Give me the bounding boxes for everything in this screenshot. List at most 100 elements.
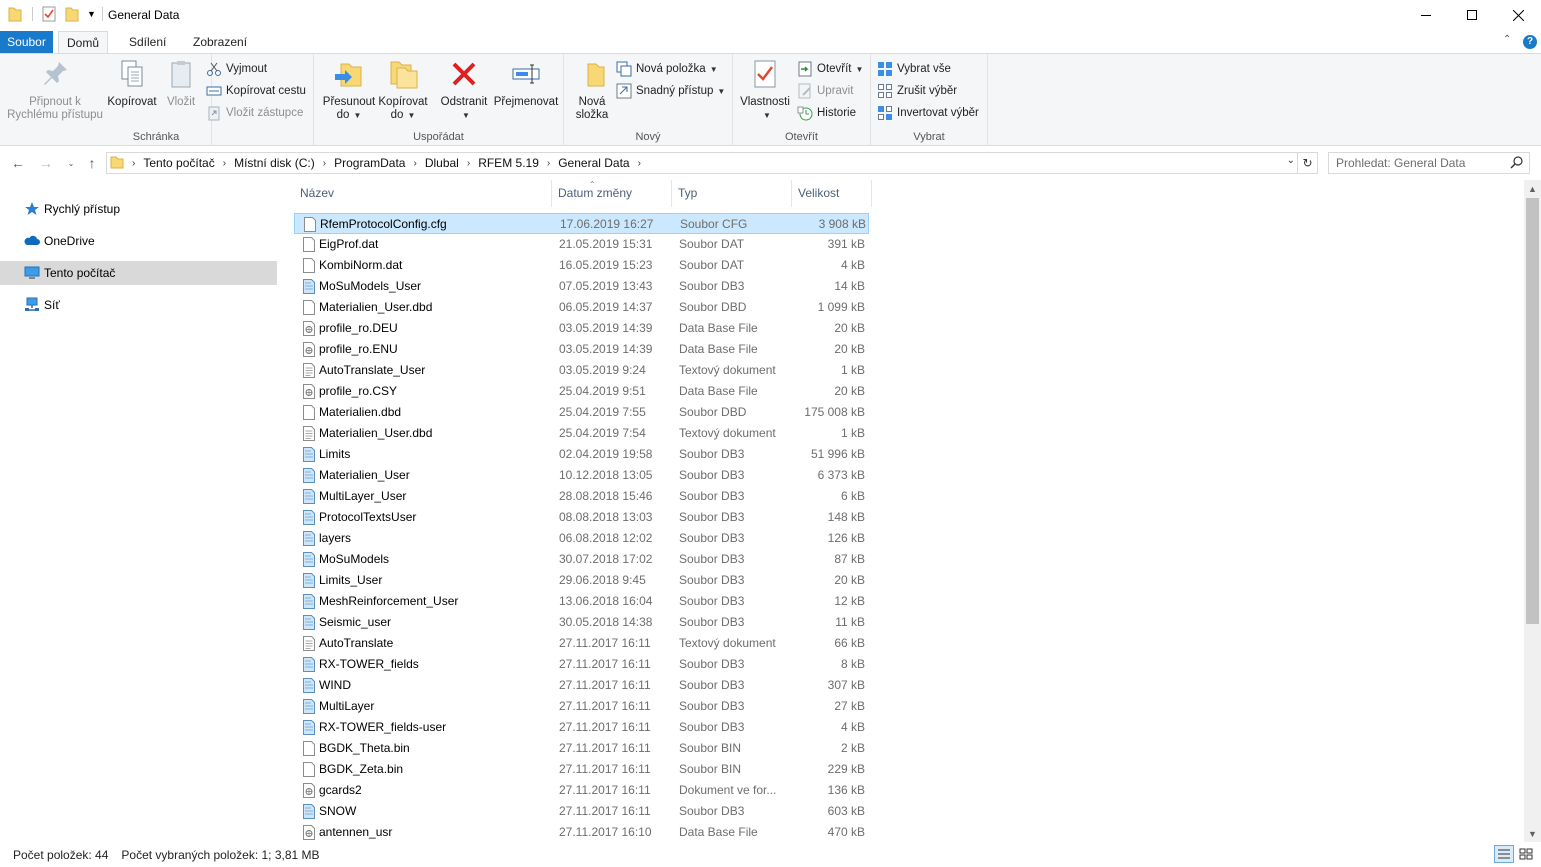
pin-to-quick-access-button[interactable]: Připnout k Rychlému přístupu (4, 58, 106, 122)
sidebar-item-onedrive[interactable]: OneDrive (0, 229, 277, 253)
details-view-button[interactable] (1494, 845, 1514, 863)
breadcrumb-rfem[interactable]: RFEM 5.19 (478, 156, 545, 170)
vertical-scrollbar[interactable]: ▲ ▼ (1524, 180, 1541, 842)
paste-button[interactable]: Vložit (160, 58, 202, 109)
new-item-button[interactable]: Nová položka ▼ (616, 59, 718, 79)
table-row[interactable]: MultiLayer_User 28.08.2018 15:46 Soubor DB… (294, 486, 869, 507)
easy-access-button[interactable]: Snadný přístup ▼ (616, 81, 725, 101)
tab-view[interactable]: Zobrazení (185, 31, 255, 53)
breadcrumb-dlubal[interactable]: Dlubal (425, 156, 465, 170)
address-bar[interactable]: › Tento počítač › Místní disk (C:) › Pro… (106, 152, 1318, 174)
table-row[interactable]: ProtocolTextsUser 08.08.2018 13:03 Soubor … (294, 507, 869, 528)
table-row[interactable]: Materialien.dbd 25.04.2019 7:55 Soubor DBD… (294, 402, 869, 423)
column-header-type[interactable]: Typ (672, 180, 792, 207)
new-folder-button[interactable]: Nová složka (568, 58, 616, 122)
move-to-button[interactable]: Přesunout do ▼ (318, 58, 380, 122)
invert-selection-button[interactable]: Invertovat výběr (877, 103, 979, 123)
new-folder-icon[interactable] (65, 6, 81, 22)
scrollbar-thumb[interactable] (1526, 198, 1539, 624)
edit-button[interactable]: Upravit (797, 81, 853, 101)
scroll-up-icon[interactable]: ▲ (1524, 180, 1541, 197)
table-row[interactable]: MultiLayer 27.11.2017 16:11 Soubor DB3 27 k… (294, 696, 869, 717)
open-button[interactable]: Otevřít ▼ (797, 59, 863, 79)
folder-icon[interactable] (8, 6, 24, 22)
table-row[interactable]: profile_ro.CSY 25.04.2019 9:51 Data Base F… (294, 381, 869, 402)
table-row[interactable]: MoSuModels 30.07.2018 17:02 Soubor DB3 87 k… (294, 549, 869, 570)
breadcrumb-this-pc[interactable]: Tento počítač (143, 156, 220, 170)
customize-toolbar-chevron-icon[interactable]: ▼ (87, 9, 96, 19)
breadcrumb-separator-icon[interactable]: › (130, 158, 143, 169)
properties-check-icon[interactable] (41, 6, 57, 22)
tab-share[interactable]: Sdílení (121, 31, 174, 53)
table-row[interactable]: layers 06.08.2018 12:02 Soubor DB3 126 kB (294, 528, 869, 549)
maximize-button[interactable] (1449, 0, 1495, 30)
table-row[interactable]: Materialien_User 10.12.2018 13:05 Soubor D… (294, 465, 869, 486)
search-box[interactable]: Prohledat: General Data (1328, 152, 1530, 174)
table-row[interactable]: Materialien_User.dbd 06.05.2019 14:37 Soub… (294, 297, 869, 318)
properties-button[interactable]: Vlastnosti ▼ (737, 58, 793, 122)
delete-button[interactable]: Odstranit ▼ (438, 58, 490, 122)
table-row[interactable]: BGDK_Zeta.bin 27.11.2017 16:11 Soubor BIN 2… (294, 759, 869, 780)
breadcrumb-separator-icon[interactable]: › (545, 158, 558, 169)
table-row[interactable]: antennen_usr 27.11.2017 16:10 Data Base Fi… (294, 822, 869, 843)
collapse-ribbon-chevron-icon[interactable]: ⌃ (1503, 34, 1511, 45)
table-row[interactable]: profile_ro.DEU 03.05.2019 14:39 Data Base … (294, 318, 869, 339)
breadcrumb-separator-icon[interactable]: › (465, 158, 478, 169)
column-header-date[interactable]: Datum změny (552, 180, 672, 207)
table-row[interactable]: Seismic_user 30.05.2018 14:38 Soubor DB3 11… (294, 612, 869, 633)
help-icon[interactable]: ? (1523, 35, 1537, 49)
sidebar-item-this-pc[interactable]: Tento počítač (0, 261, 277, 285)
breadcrumb-separator-icon[interactable]: › (221, 158, 234, 169)
address-dropdown-chevron-icon[interactable]: ⌄ (1287, 155, 1295, 166)
breadcrumb-general-data[interactable]: General Data (558, 156, 635, 170)
scroll-down-icon[interactable]: ▼ (1524, 825, 1541, 842)
breadcrumb-programdata[interactable]: ProgramData (334, 156, 411, 170)
recent-locations-button[interactable]: ⌄ (61, 153, 81, 173)
table-row[interactable]: gcards2 27.11.2017 16:11 Dokument ve for..… (294, 780, 869, 801)
refresh-icon[interactable]: ↻ (1297, 153, 1317, 173)
column-header-name[interactable]: Název (294, 180, 552, 207)
up-button[interactable]: ↑ (82, 153, 102, 173)
table-row[interactable]: WIND 27.11.2017 16:11 Soubor DB3 307 kB (294, 675, 869, 696)
table-row[interactable]: RX-TOWER_fields-user 27.11.2017 16:11 Soub… (294, 717, 869, 738)
properties-check-icon (749, 58, 781, 90)
table-row[interactable]: MoSuModels_User 07.05.2019 13:43 Soubor DB… (294, 276, 869, 297)
table-row[interactable]: Materialien_User.dbd 25.04.2019 7:54 Texto… (294, 423, 869, 444)
db-icon (302, 489, 316, 504)
close-button[interactable] (1495, 0, 1541, 30)
minimize-button[interactable] (1403, 0, 1449, 30)
breadcrumb-separator-icon[interactable]: › (411, 158, 424, 169)
table-row[interactable]: MeshReinforcement_User 13.06.2018 16:04 So… (294, 591, 869, 612)
table-row[interactable]: KombiNorm.dat 16.05.2019 15:23 Soubor DAT 4… (294, 255, 869, 276)
large-icons-view-button[interactable] (1516, 845, 1536, 863)
tab-file[interactable]: Soubor (0, 31, 53, 53)
table-row[interactable]: Limits 02.04.2019 19:58 Soubor DB3 51 996 k… (294, 444, 869, 465)
sidebar-item-network[interactable]: Síť (0, 293, 277, 317)
select-none-button[interactable]: Zrušit výběr (877, 81, 957, 101)
breadcrumb-local-disk[interactable]: Místní disk (C:) (234, 156, 321, 170)
history-button[interactable]: Historie (797, 103, 856, 123)
copy-to-button[interactable]: Kopírovat do ▼ (374, 58, 432, 122)
table-row[interactable]: AutoTranslate 27.11.2017 16:11 Textový dok… (294, 633, 869, 654)
rename-button[interactable]: Přejmenovat (492, 58, 560, 109)
table-row[interactable]: RfemProtocolConfig.cfg 17.06.2019 16:27 So… (294, 213, 869, 234)
table-row[interactable]: RX-TOWER_fields 27.11.2017 16:11 Soubor DB… (294, 654, 869, 675)
table-row[interactable]: EigProf.dat 21.05.2019 15:31 Soubor DAT 391… (294, 234, 869, 255)
forward-button[interactable]: → (36, 153, 56, 173)
back-button[interactable]: ← (8, 153, 28, 173)
table-row[interactable]: BGDK_Theta.bin 27.11.2017 16:11 Soubor BIN… (294, 738, 869, 759)
column-header-size[interactable]: Velikost (792, 180, 872, 207)
table-row[interactable]: SNOW 27.11.2017 16:11 Soubor DB3 603 kB (294, 801, 869, 822)
breadcrumb-separator-icon[interactable]: › (636, 158, 649, 169)
file-date: 27.11.2017 16:11 (559, 762, 651, 776)
table-row[interactable]: profile_ro.ENU 03.05.2019 14:39 Data Base … (294, 339, 869, 360)
search-input[interactable]: Prohledat: General Data (1336, 156, 1465, 170)
table-row[interactable]: Limits_User 29.06.2018 9:45 Soubor DB3 20 k… (294, 570, 869, 591)
select-all-button[interactable]: Vybrat vše (877, 59, 951, 79)
copy-button[interactable]: Kopírovat (106, 58, 158, 109)
search-icon[interactable] (1510, 156, 1523, 172)
sidebar-item-quick-access[interactable]: Rychlý přístup (0, 197, 277, 221)
tab-home[interactable]: Domů (58, 31, 109, 54)
table-row[interactable]: AutoTranslate_User 03.05.2019 9:24 Textový… (294, 360, 869, 381)
breadcrumb-separator-icon[interactable]: › (321, 158, 334, 169)
